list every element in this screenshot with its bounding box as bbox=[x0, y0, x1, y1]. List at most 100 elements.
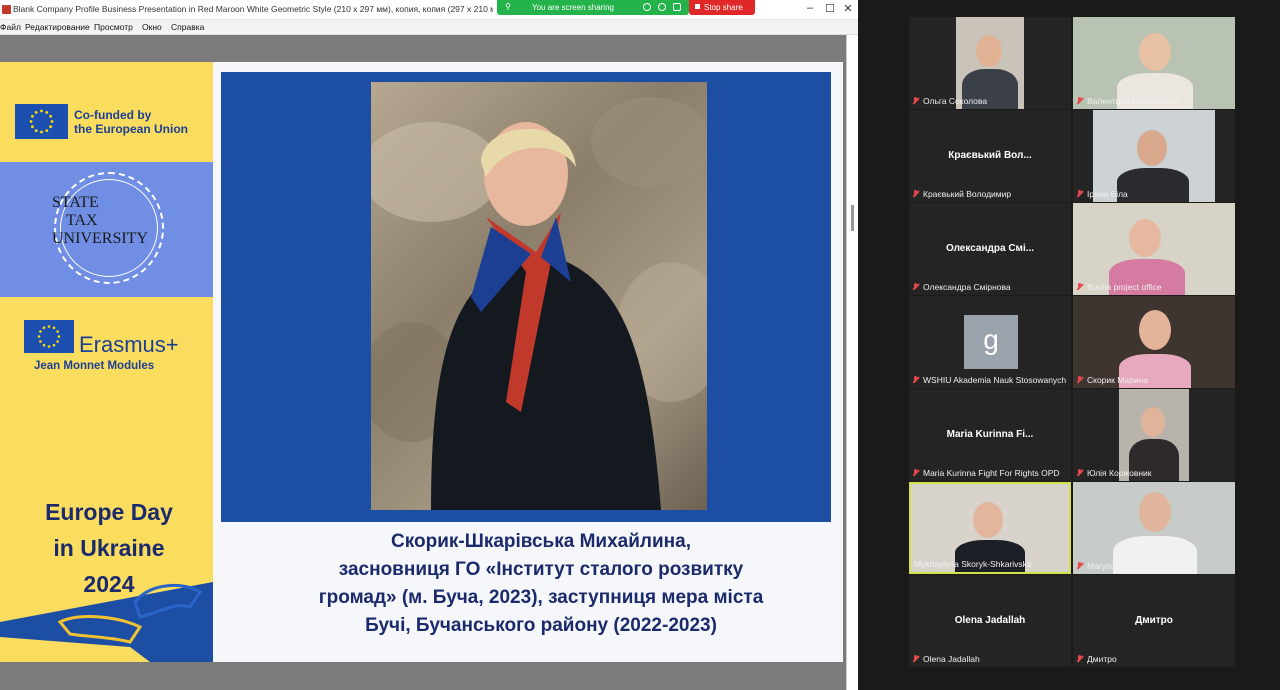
participant-name: Краєвький Володимир bbox=[923, 189, 1012, 199]
participant-tile-active-speaker[interactable]: Mykhaylyna Skoryk-Shkarivska bbox=[909, 482, 1071, 574]
app-icon bbox=[2, 5, 11, 14]
participant-display-name: Олександра Смі... bbox=[945, 243, 1035, 254]
muted-mic-icon bbox=[912, 97, 919, 105]
caption-line-1: Скорик-Шкарівська Михайлина, bbox=[391, 531, 691, 552]
participant-name: Ольга Соколова bbox=[923, 96, 988, 106]
pause-icon[interactable] bbox=[643, 3, 651, 11]
pin-icon[interactable]: ⚲ bbox=[505, 2, 513, 11]
europe-day-line-1: Europe Day bbox=[45, 499, 173, 525]
participant-tile[interactable]: Краєвький Вол... Краєвький Володимир bbox=[909, 110, 1071, 202]
participant-gallery: Ольга Соколова Валентина Мартиненко Крає… bbox=[858, 0, 1280, 690]
participant-display-name: Maria Kurinna Fi... bbox=[946, 429, 1034, 440]
stop-icon bbox=[695, 4, 700, 9]
seal-line-2: TAX bbox=[66, 212, 98, 229]
cofunded-line-1: Co-funded by bbox=[74, 108, 152, 122]
seal-text: STATE TAX UNIVERSITY bbox=[52, 194, 148, 248]
participant-name: WSHIU Akademia Nauk Stosowanych bbox=[923, 375, 1067, 385]
erasmus-flag-icon bbox=[24, 320, 74, 353]
muted-mic-icon bbox=[1076, 469, 1083, 477]
participant-face bbox=[973, 502, 1003, 538]
stop-share-button[interactable]: Stop share bbox=[689, 0, 755, 15]
minimize-button[interactable]: – bbox=[800, 2, 820, 14]
menu-bar: Файл Редактирование Просмотр Окно Справк… bbox=[0, 20, 858, 35]
seal-line-3: UNIVERSITY bbox=[52, 230, 148, 247]
jean-monnet-text: Jean Monnet Modules bbox=[34, 360, 155, 372]
slide-sidebar: Co-funded by the European Union STATE TA… bbox=[0, 62, 213, 662]
participant-display-name: Дмитро bbox=[1135, 615, 1173, 626]
shield-icon[interactable] bbox=[673, 3, 681, 11]
participant-name: Юлія Коржовник bbox=[1087, 468, 1152, 478]
participant-tile[interactable]: Дмитро Дмитро bbox=[1073, 575, 1235, 667]
window-title: Blank Company Profile Business Presentat… bbox=[13, 4, 493, 14]
participant-face bbox=[1141, 407, 1165, 437]
photo-frame bbox=[221, 72, 831, 522]
screen: Blank Company Profile Business Presentat… bbox=[0, 0, 1280, 690]
participant-name: Скорик Марина bbox=[1087, 375, 1149, 385]
caption-line-4: Бучі, Бучанського району (2022-2023) bbox=[365, 615, 717, 636]
stop-share-label: Stop share bbox=[704, 3, 743, 12]
participant-face bbox=[1139, 492, 1171, 532]
caption-line-3: громад» (м. Буча, 2023), заступниця мера… bbox=[318, 587, 764, 608]
participant-name: Олександра Смірнова bbox=[923, 282, 1011, 292]
eu-flag-icon bbox=[15, 104, 68, 139]
speaker-photo bbox=[371, 82, 707, 510]
participant-tile[interactable]: Валентина Мартиненко bbox=[1073, 17, 1235, 109]
participant-tile[interactable]: Юлія Коржовник bbox=[1073, 389, 1235, 481]
participant-name: Maryna Korzh bbox=[1087, 561, 1140, 571]
participant-face bbox=[1129, 219, 1161, 257]
muted-mic-icon bbox=[912, 283, 919, 291]
caption-line-2: засновниця ГО «Інститут сталого розвитку bbox=[338, 559, 744, 580]
seal-line-1: STATE bbox=[52, 194, 99, 211]
participant-tile[interactable]: Maryna Korzh bbox=[1073, 482, 1235, 574]
muted-mic-icon bbox=[1076, 655, 1083, 663]
erasmus-logo-text: Erasmus+ bbox=[79, 332, 179, 357]
europe-day-line-2: in Ukraine bbox=[53, 535, 165, 561]
slide: Co-funded by the European Union STATE TA… bbox=[0, 62, 843, 662]
menu-window[interactable]: Окно bbox=[142, 22, 162, 32]
participant-tile[interactable]: Ірина Біла bbox=[1073, 110, 1235, 202]
participant-face bbox=[1139, 310, 1171, 350]
muted-mic-icon bbox=[912, 190, 919, 198]
participant-tile[interactable]: Maria Kurinna Fi... Maria Kurinna Fight … bbox=[909, 389, 1071, 481]
cofunded-text: Co-funded by the European Union bbox=[74, 108, 188, 136]
cofunded-line-2: the European Union bbox=[74, 122, 188, 136]
muted-mic-icon bbox=[1076, 376, 1083, 384]
vertical-scrollbar[interactable] bbox=[846, 35, 858, 690]
participant-avatar: g bbox=[964, 315, 1018, 369]
screen-sharing-bar: ⚲ You are screen sharing bbox=[497, 0, 689, 15]
participant-name: Дмитро bbox=[1087, 654, 1117, 664]
participant-name: Ірина Біла bbox=[1087, 189, 1128, 199]
participant-display-name: Краєвький Вол... bbox=[948, 150, 1032, 161]
participant-name: Olena Jadallah bbox=[923, 654, 980, 664]
muted-mic-icon bbox=[912, 655, 919, 663]
muted-mic-icon bbox=[1076, 562, 1083, 570]
muted-mic-icon bbox=[912, 376, 919, 384]
participant-tile[interactable]: Скорик Марина bbox=[1073, 296, 1235, 388]
participant-name: Bucha project office bbox=[1087, 282, 1162, 292]
muted-mic-icon bbox=[1076, 97, 1083, 105]
participant-face bbox=[976, 35, 1002, 67]
maximize-button[interactable]: ☐ bbox=[820, 2, 840, 15]
close-button[interactable]: ✕ bbox=[838, 2, 858, 15]
options-icon[interactable] bbox=[658, 3, 666, 11]
scroll-thumb[interactable] bbox=[851, 205, 854, 231]
menu-file[interactable]: Файл bbox=[0, 22, 21, 32]
participant-tile[interactable]: Olena Jadallah Olena Jadallah bbox=[909, 575, 1071, 667]
muted-mic-icon bbox=[1076, 190, 1083, 198]
hands-illustration bbox=[0, 582, 213, 662]
menu-help[interactable]: Справка bbox=[171, 22, 204, 32]
participant-tile[interactable]: Олександра Смі... Олександра Смірнова bbox=[909, 203, 1071, 295]
participant-name: Валентина Мартиненко bbox=[1087, 96, 1180, 106]
participant-name: Maria Kurinna Fight For Rights OPD bbox=[923, 468, 1060, 478]
menu-view[interactable]: Просмотр bbox=[94, 22, 133, 32]
participant-display-name: Olena Jadallah bbox=[954, 615, 1026, 626]
participant-face bbox=[1137, 130, 1167, 166]
participant-tile[interactable]: Ольга Соколова bbox=[909, 17, 1071, 109]
muted-mic-icon bbox=[1076, 283, 1083, 291]
sharing-status: You are screen sharing bbox=[532, 3, 614, 12]
menu-edit[interactable]: Редактирование bbox=[25, 22, 90, 32]
participant-tile[interactable]: g WSHIU Akademia Nauk Stosowanych bbox=[909, 296, 1071, 388]
participant-tile[interactable]: Bucha project office bbox=[1073, 203, 1235, 295]
speaker-caption: Скорик-Шкарівська Михайлина, засновниця … bbox=[221, 528, 861, 640]
participant-face bbox=[1139, 33, 1171, 71]
